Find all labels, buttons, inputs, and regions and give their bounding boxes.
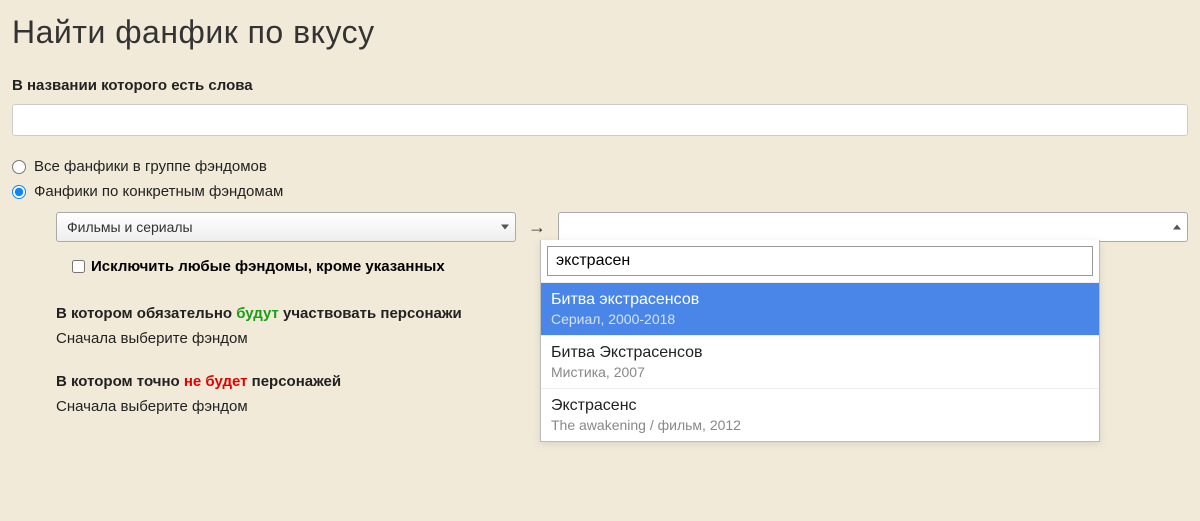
autocomplete-input[interactable] (547, 246, 1093, 276)
fandom-autocomplete: Битва экстрасенсов Сериал, 2000-2018 Бит… (540, 240, 1100, 442)
section-wont-prefix: В котором точно (56, 373, 184, 390)
autocomplete-item-sub: Сериал, 2000-2018 (551, 311, 1089, 327)
chevron-up-icon (1173, 225, 1181, 230)
radio-specific-fandoms[interactable]: Фанфики по конкретным фэндомам (12, 183, 1188, 200)
category-dropdown[interactable]: Фильмы и сериалы (56, 212, 516, 242)
selector-row: Фильмы и сериалы → (56, 212, 1188, 242)
radio-all-in-group[interactable]: Все фанфики в группе фэндомов (12, 158, 1188, 175)
autocomplete-item[interactable]: Экстрасенс The awakening / фильм, 2012 (541, 388, 1099, 441)
section-will-prefix: В котором обязательно (56, 305, 236, 322)
autocomplete-item-title: Битва экстрасенсов (551, 291, 699, 308)
title-words-label: В названии которого есть слова (12, 77, 1188, 94)
category-dropdown-value: Фильмы и сериалы (67, 219, 193, 235)
section-will-suffix: участвовать персонажи (279, 305, 462, 322)
exclude-checkbox[interactable] (72, 260, 85, 273)
fandom-dropdown[interactable] (558, 212, 1188, 242)
radio-specific-fandoms-label: Фанфики по конкретным фэндомам (34, 183, 283, 200)
arrow-right-icon: → (528, 217, 546, 238)
title-words-input[interactable] (12, 104, 1188, 136)
autocomplete-item-sub: The awakening / фильм, 2012 (551, 417, 1089, 433)
radio-all-in-group-input[interactable] (12, 160, 26, 174)
autocomplete-input-wrap (541, 240, 1099, 282)
section-wont-suffix: персонажей (247, 373, 341, 390)
autocomplete-item-sub: Мистика, 2007 (551, 364, 1089, 380)
autocomplete-item-title: Экстрасенс (551, 397, 637, 414)
autocomplete-item-title: Битва Экстрасенсов (551, 344, 703, 361)
radio-all-in-group-label: Все фанфики в группе фэндомов (34, 158, 267, 175)
autocomplete-item[interactable]: Битва Экстрасенсов Мистика, 2007 (541, 335, 1099, 388)
page-title: Найти фанфик по вкусу (12, 0, 1188, 77)
section-wont-emph: не будет (184, 373, 248, 390)
autocomplete-list: Битва экстрасенсов Сериал, 2000-2018 Бит… (541, 282, 1099, 441)
chevron-down-icon (501, 225, 509, 230)
autocomplete-item[interactable]: Битва экстрасенсов Сериал, 2000-2018 (541, 282, 1099, 335)
radio-specific-fandoms-input[interactable] (12, 185, 26, 199)
section-will-emph: будут (236, 305, 279, 322)
exclude-label: Исключить любые фэндомы, кроме указанных (91, 258, 445, 275)
